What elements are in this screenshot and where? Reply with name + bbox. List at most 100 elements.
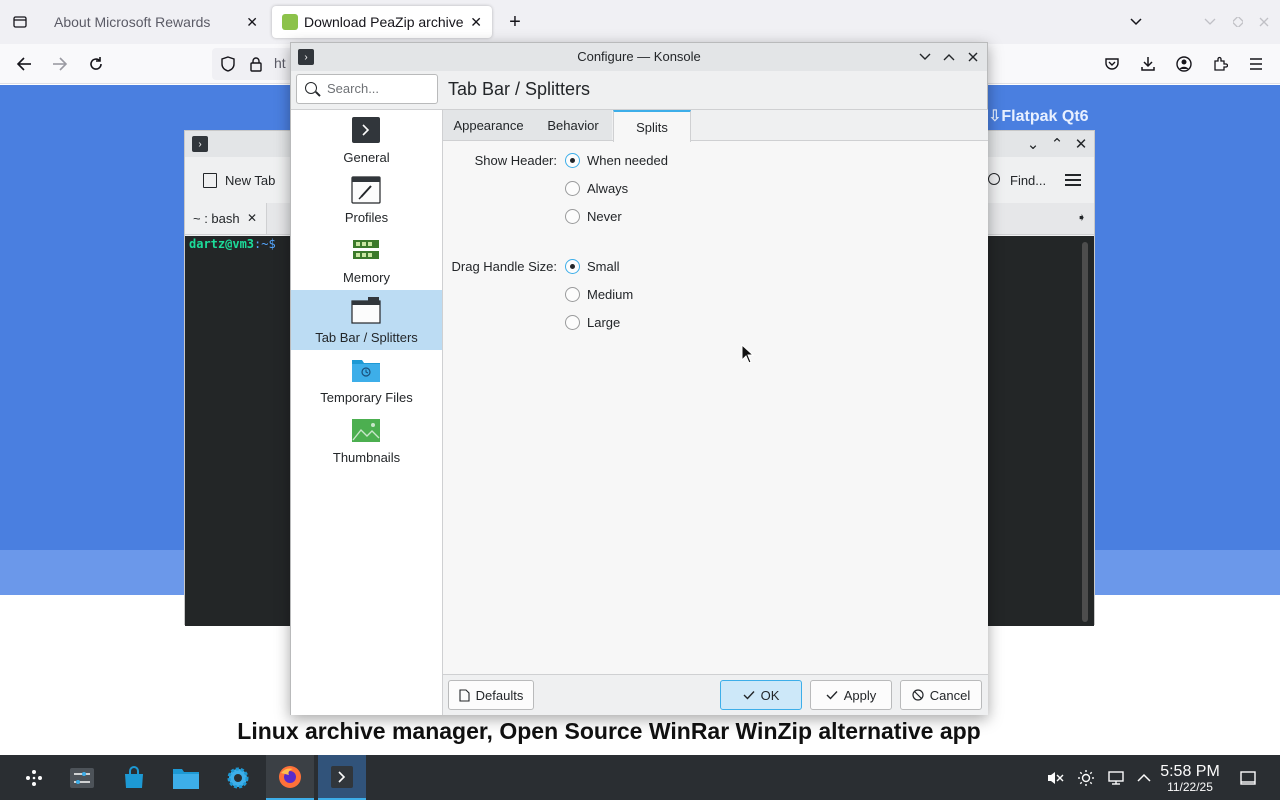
task-file-manager[interactable] <box>162 755 210 800</box>
url-text: ht <box>274 55 286 71</box>
sidebar-item-memory[interactable]: Memory <box>291 230 442 290</box>
ok-button[interactable]: OK <box>720 680 802 710</box>
prompt-path: :~$ <box>254 237 276 251</box>
search-field[interactable] <box>296 74 438 104</box>
shield-icon[interactable] <box>219 55 237 73</box>
close-icon[interactable]: ✕ <box>470 14 482 31</box>
tab-overflow-icon[interactable]: ➧ <box>1077 211 1086 224</box>
search-icon[interactable] <box>988 173 1000 185</box>
maximize-icon[interactable] <box>939 47 959 67</box>
minimize-icon[interactable] <box>915 47 935 67</box>
forward-icon[interactable] <box>50 54 70 74</box>
browser-tab-active[interactable]: Download PeaZip archive u ✕ <box>272 6 492 38</box>
show-desktop-icon[interactable] <box>1237 755 1259 800</box>
defaults-button[interactable]: Defaults <box>448 680 534 710</box>
sidebar-item-profiles[interactable]: Profiles <box>291 170 442 230</box>
task-discover[interactable] <box>110 755 158 800</box>
clock-time[interactable]: 5:58 PM <box>1150 763 1230 781</box>
drag-handle-small-radio[interactable] <box>565 259 580 274</box>
peazip-favicon-icon <box>282 14 298 30</box>
task-settings[interactable] <box>214 755 262 800</box>
maximize-icon[interactable] <box>1228 12 1248 32</box>
task-firefox[interactable] <box>266 755 314 800</box>
browser-tab[interactable]: About Microsoft Rewards ✕ <box>44 6 268 38</box>
sidebar-item-temporary-files[interactable]: Temporary Files <box>291 350 442 410</box>
show-header-always-radio[interactable] <box>565 181 580 196</box>
task-konsole[interactable] <box>318 755 366 800</box>
new-tab-icon[interactable] <box>203 173 217 188</box>
sidebar-item-label: Thumbnails <box>332 450 401 465</box>
minimize-icon[interactable] <box>1200 12 1220 32</box>
chevron-down-icon[interactable] <box>1126 12 1146 32</box>
sidebar-item-label: Memory <box>343 270 390 285</box>
find-button[interactable]: Find... <box>1010 173 1046 188</box>
network-icon[interactable] <box>1105 755 1127 800</box>
show-header-when-needed-radio[interactable] <box>565 153 580 168</box>
search-input[interactable] <box>327 81 432 96</box>
launcher-icon <box>26 769 42 786</box>
reload-icon[interactable] <box>86 54 106 74</box>
drag-handle-size-label: Drag Handle Size: <box>451 259 558 274</box>
task-system-settings[interactable] <box>58 755 106 800</box>
image-icon <box>352 419 380 442</box>
drag-handle-large-radio[interactable] <box>565 315 580 330</box>
lock-icon[interactable] <box>247 55 265 73</box>
maximize-icon[interactable]: ⌃ <box>1047 134 1067 154</box>
show-header-label: Show Header: <box>474 153 557 168</box>
volume-muted-icon[interactable] <box>1044 755 1066 800</box>
button-label: Cancel <box>929 687 971 703</box>
search-icon <box>305 82 317 94</box>
sidebar-item-general[interactable]: General <box>291 110 442 170</box>
radio-label: Always <box>587 181 629 196</box>
tab-list-icon[interactable] <box>10 12 30 32</box>
sidebar-item-label: Temporary Files <box>320 390 413 405</box>
clock-date[interactable]: 11/22/25 <box>1150 780 1230 794</box>
radio-label: Never <box>587 209 622 224</box>
app-launcher-button[interactable] <box>10 755 58 800</box>
button-label: Defaults <box>475 687 524 703</box>
extensions-icon[interactable] <box>1210 54 1230 74</box>
tab-title: Download PeaZip archive u <box>304 14 465 30</box>
sliders-icon <box>70 767 94 788</box>
new-tab-button[interactable]: + <box>504 10 526 34</box>
minimize-icon[interactable]: ⌄ <box>1023 134 1043 154</box>
show-header-never-radio[interactable] <box>565 209 580 224</box>
store-bag-icon <box>125 765 143 788</box>
folder-icon <box>352 360 380 382</box>
radio-label: When needed <box>587 153 668 168</box>
sidebar-item-thumbnails[interactable]: Thumbnails <box>291 410 442 470</box>
settings-tabs: Appearance Behavior Splits <box>443 110 988 142</box>
terminal-icon <box>352 117 380 143</box>
checkmark-icon <box>826 691 838 700</box>
sidebar-item-label: Profiles <box>344 210 389 225</box>
taskbar <box>0 755 1280 800</box>
dialog-button-box: Defaults OK Apply Cancel <box>443 674 988 715</box>
download-icon[interactable] <box>1138 54 1158 74</box>
drag-handle-medium-radio[interactable] <box>565 287 580 302</box>
radio-label: Small <box>587 259 620 274</box>
pocket-icon[interactable] <box>1102 54 1122 74</box>
scrollbar[interactable] <box>1082 242 1088 622</box>
new-tab-button[interactable]: New Tab <box>225 173 275 188</box>
close-icon[interactable]: ✕ <box>246 14 258 31</box>
close-icon[interactable]: ✕ <box>247 211 257 225</box>
folder-icon <box>173 768 199 789</box>
apply-button[interactable]: Apply <box>810 680 892 710</box>
close-icon[interactable]: ✕ <box>1071 134 1091 154</box>
flatpak-link[interactable]: ⇩Flatpak Qt6 <box>988 106 1089 126</box>
firefox-icon <box>279 765 301 788</box>
tab-appearance[interactable]: Appearance <box>443 110 534 141</box>
cancel-button[interactable]: Cancel <box>900 680 982 710</box>
account-icon[interactable] <box>1174 54 1194 74</box>
tab-behavior[interactable]: Behavior <box>534 110 612 141</box>
page-headline: Linux archive manager, Open Source WinRa… <box>237 718 981 744</box>
tab-splits[interactable]: Splits <box>613 110 691 142</box>
menu-icon[interactable] <box>1246 54 1266 74</box>
brightness-icon[interactable] <box>1075 755 1097 800</box>
sidebar-item-tab-bar-splitters[interactable]: Tab Bar / Splitters <box>291 290 442 350</box>
close-window-icon[interactable] <box>1254 12 1274 32</box>
hamburger-menu-icon[interactable] <box>1065 174 1081 186</box>
close-icon[interactable] <box>963 47 983 67</box>
cancel-icon <box>912 689 924 701</box>
back-icon[interactable] <box>14 54 34 74</box>
